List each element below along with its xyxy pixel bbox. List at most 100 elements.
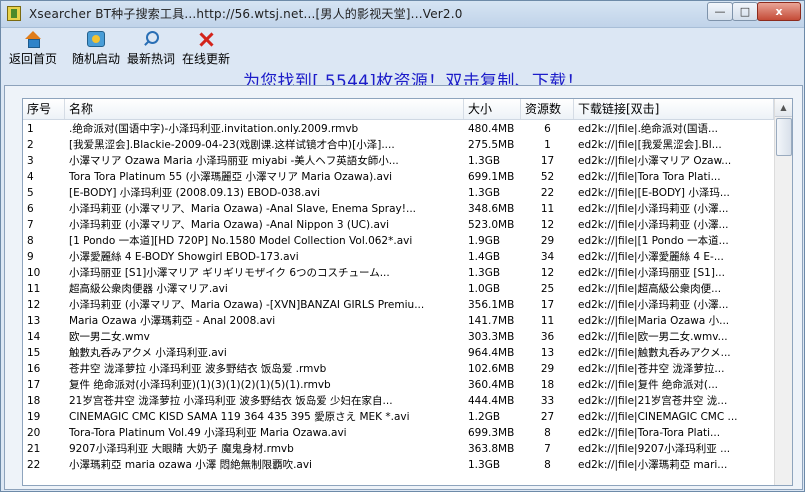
close-button[interactable]: x [757, 2, 801, 21]
cell-size: 356.1MB [468, 299, 515, 311]
cell-size: 102.6MB [468, 363, 515, 375]
cell-size: 360.4MB [468, 379, 515, 391]
table-row[interactable]: 16 苍井空 泷泽萝拉 小泽玛利亚 波多野结衣 饭岛爱 .rmvb 102.6MB 2… [23, 361, 774, 377]
header-link[interactable]: 下载链接[双击] [574, 99, 774, 119]
cell-count: 34 [540, 251, 555, 263]
table-row[interactable]: 3 小澤マリア Ozawa Maria 小泽玛丽亚 miyabi -美人ヘフ英語女… [23, 153, 774, 169]
home-label: 返回首页 [8, 52, 57, 66]
cell-count: 25 [540, 283, 555, 295]
header-size[interactable]: 大小 [464, 99, 521, 119]
cell-index: 5 [27, 187, 34, 199]
cell-name: 小泽玛丽亚 [S1]小澤マリア ギリギリモザイク 6つのコスチューム... [69, 267, 390, 279]
cell-link: ed2k://|file|苍井空 泷泽萝拉... [578, 363, 725, 375]
cell-size: 444.4MB [468, 395, 515, 407]
table-row[interactable]: 2 [我爱黑涩会].Blackie-2009-04-23(戏剧课.这样试镜才合中)… [23, 137, 774, 153]
cell-link: ed2k://|file|复件 绝命派对(... [578, 379, 719, 391]
search-icon [142, 31, 160, 47]
cell-size: 1.3GB [468, 267, 501, 279]
cell-name: Tora Tora Platinum 55 (小澤瑪麗亞 小澤マリア Maria… [69, 171, 393, 183]
cell-index: 8 [27, 235, 34, 247]
table-row[interactable]: 8 [1 Pondo 一本道][HD 720P] No.1580 Model Co… [23, 233, 774, 249]
vertical-scrollbar[interactable]: ▲ [774, 99, 792, 485]
table-row[interactable]: 22 小澤瑪莉亞 maria ozawa 小澤 悶絶無制限覇吹.avi 1.3GB 8… [23, 457, 774, 473]
cell-link: ed2k://|file|[E-BODY] 小泽玛... [578, 187, 730, 199]
cell-link: ed2k://|file|[我爱黑涩会].Bl... [578, 139, 722, 151]
cell-name: 小泽玛莉亚 (小澤マリア、Maria Ozawa) -Anal Nippon 3… [69, 219, 390, 231]
cell-count: 27 [540, 411, 555, 423]
cell-link: ed2k://|file|小澤瑪莉亞 mari... [578, 459, 728, 471]
update-icon [197, 31, 215, 47]
table-row[interactable]: 14 欧一男二女.wmv 303.3MB 36 ed2k://|file|欧一男二女.w… [23, 329, 774, 345]
home-icon [24, 31, 42, 48]
maximize-button[interactable]: □ [732, 2, 758, 21]
scroll-up-button[interactable]: ▲ [775, 99, 792, 117]
cell-size: 1.9GB [468, 235, 501, 247]
cell-size: 303.3MB [468, 331, 515, 343]
table-row[interactable]: 1 .绝命派对(国语中字)-小泽玛利亚.invitation.only.2009.… [23, 121, 774, 137]
random-start-button[interactable]: 随机启动 [69, 31, 123, 69]
cell-link: ed2k://|file|小澤マリア Ozaw... [578, 155, 732, 167]
cell-size: 480.4MB [468, 123, 515, 135]
cell-size: 964.4MB [468, 347, 515, 359]
minimize-button[interactable]: — [707, 2, 733, 21]
app-window: Xsearcher BT种子搜索工具...http://56.wtsj.net.… [0, 0, 805, 492]
cell-link: ed2k://|file|小泽玛丽亚 [S1]... [578, 267, 725, 279]
cell-count: 17 [540, 155, 555, 167]
table-row[interactable]: 20 Tora-Tora Platinum Vol.49 小泽玛利亚 Maria … [23, 425, 774, 441]
cell-link: ed2k://|file|Maria Ozawa 小... [578, 315, 730, 327]
cell-count: 1 [544, 139, 551, 151]
cell-count: 12 [540, 219, 555, 231]
cell-count: 36 [540, 331, 555, 343]
cell-name: .绝命派对(国语中字)-小泽玛利亚.invitation.only.2009.r… [69, 123, 359, 135]
cell-name: Tora-Tora Platinum Vol.49 小泽玛利亚 Maria Oz… [69, 427, 347, 439]
cell-count: 8 [544, 459, 551, 471]
cell-size: 1.3GB [468, 155, 501, 167]
toolbar: 返回首页 随机启动 最新热词 在线更新 为您找到[ 5544]枚资源！双击复制、… [1, 28, 804, 92]
title-bar[interactable]: Xsearcher BT种子搜索工具...http://56.wtsj.net.… [1, 1, 804, 28]
table-row[interactable]: 15 触數丸呑みアクメ 小泽玛利亚.avi 964.4MB 13 ed2k://|fil… [23, 345, 774, 361]
table-row[interactable]: 7 小泽玛莉亚 (小澤マリア、Maria Ozawa) -Anal Nippon … [23, 217, 774, 233]
header-count[interactable]: 资源数 [521, 99, 574, 119]
cell-count: 29 [540, 235, 555, 247]
cell-index: 15 [27, 347, 41, 359]
cell-link: ed2k://|file|小泽玛莉亚 (小澤... [578, 219, 729, 231]
table-row[interactable]: 4 Tora Tora Platinum 55 (小澤瑪麗亞 小澤マリア Mari… [23, 169, 774, 185]
cell-name: [E-BODY] 小泽玛利亚 (2008.09.13) EBOD-038.avi [69, 187, 321, 199]
cell-size: 1.2GB [468, 411, 501, 423]
table-row[interactable]: 19 CINEMAGIC CMC KISD SAMA 119 364 435 39… [23, 409, 774, 425]
cell-index: 12 [27, 299, 41, 311]
table-row[interactable]: 10 小泽玛丽亚 [S1]小澤マリア ギリギリモザイク 6つのコスチューム... 1… [23, 265, 774, 281]
table-header: 序号 名称 大小 资源数 下载链接[双击] [23, 99, 774, 120]
cell-index: 14 [27, 331, 41, 343]
scroll-thumb[interactable] [776, 118, 792, 156]
cell-name: 触數丸呑みアクメ 小泽玛利亚.avi [69, 347, 227, 359]
cell-count: 11 [540, 315, 555, 327]
table-row[interactable]: 5 [E-BODY] 小泽玛利亚 (2008.09.13) EBOD-038.av… [23, 185, 774, 201]
table-row[interactable]: 21 9207小泽玛利亚 大眼睛 大奶子 魔鬼身材.rmvb 363.8MB 7 ed2… [23, 441, 774, 457]
hot-words-button[interactable]: 最新热词 [125, 31, 177, 69]
cell-size: 1.3GB [468, 187, 501, 199]
cell-index: 9 [27, 251, 34, 263]
cell-name: [我爱黑涩会].Blackie-2009-04-23(戏剧课.这样试镜才合中)[… [69, 139, 395, 151]
cell-index: 11 [27, 283, 41, 295]
header-name[interactable]: 名称 [65, 99, 464, 119]
table-row[interactable]: 6 小泽玛莉亚 (小澤マリア、Maria Ozawa) -Anal Slave, … [23, 201, 774, 217]
table-row[interactable]: 18 21岁宫苍井空 泷泽萝拉 小泽玛利亚 波多野结衣 饭岛爱 少妇在家自... 4… [23, 393, 774, 409]
cell-size: 523.0MB [468, 219, 515, 231]
cell-index: 7 [27, 219, 34, 231]
table-row[interactable]: 11 超高級公衆肉便器 小澤マリア.avi 1.0GB 25 ed2k://|file|… [23, 281, 774, 297]
cell-link: ed2k://|file|小泽玛莉亚 (小澤... [578, 299, 729, 311]
online-update-button[interactable]: 在线更新 [179, 31, 233, 69]
cell-count: 17 [540, 299, 555, 311]
cell-index: 17 [27, 379, 41, 391]
table-row[interactable]: 17 复件 绝命派对(小泽玛利亚)(1)(3)(1)(2)(1)(5)(1).rm… [23, 377, 774, 393]
table-row[interactable]: 13 Maria Ozawa 小澤瑪莉亞 - Anal 2008.avi 141.7… [23, 313, 774, 329]
table-row[interactable]: 12 小泽玛莉亚 (小澤マリア、Maria Ozawa) -[XVN]BANZAI… [23, 297, 774, 313]
cell-index: 19 [27, 411, 41, 423]
cell-link: ed2k://|file|Tora-Tora Plati... [578, 427, 721, 439]
home-button[interactable]: 返回首页 [7, 31, 59, 69]
table-row[interactable]: 9 小澤愛麗絲 4 E-BODY Showgirl EBOD-173.avi 1.4… [23, 249, 774, 265]
cell-count: 7 [544, 443, 551, 455]
cell-name: 小泽玛莉亚 (小澤マリア、Maria Ozawa) -Anal Slave, E… [69, 203, 416, 215]
header-index[interactable]: 序号 [23, 99, 65, 119]
